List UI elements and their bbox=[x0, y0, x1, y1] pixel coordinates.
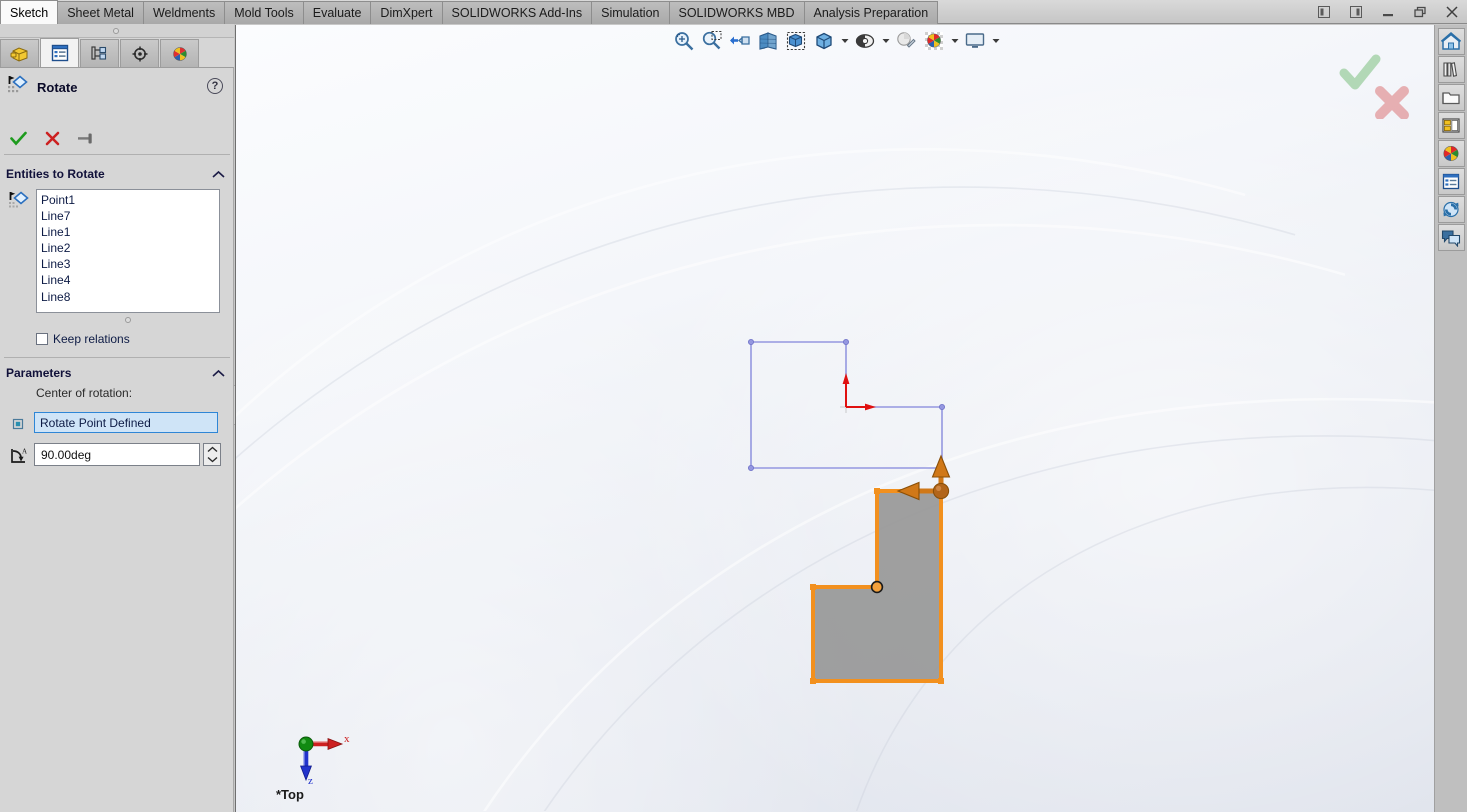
command-tab-solidworks-add-ins[interactable]: SOLIDWORKS Add-Ins bbox=[442, 1, 593, 24]
command-tab-evaluate[interactable]: Evaluate bbox=[303, 1, 372, 24]
collapse-right-icon[interactable] bbox=[1345, 2, 1367, 22]
solidworks-resources-home-icon[interactable] bbox=[1438, 28, 1465, 55]
cancel-button[interactable] bbox=[42, 128, 62, 148]
command-manager-tabstrip: Sketch Sheet Metal Weldments Mold Tools … bbox=[0, 0, 937, 24]
task-pane-rail bbox=[1434, 25, 1467, 812]
display-manager-tab[interactable] bbox=[160, 39, 199, 67]
collapse-left-icon[interactable] bbox=[1313, 2, 1335, 22]
parameters-divider bbox=[4, 357, 230, 358]
coordinate-triad: x z *Top bbox=[264, 726, 359, 802]
rotate-entities-icon bbox=[7, 74, 29, 101]
ok-button[interactable] bbox=[8, 128, 28, 148]
page-title: Rotate bbox=[37, 80, 77, 95]
view-orientation-label: *Top bbox=[276, 787, 304, 802]
command-tab-dimxpert[interactable]: DimXpert bbox=[370, 1, 442, 24]
list-item[interactable]: Line3 bbox=[41, 256, 219, 272]
property-manager-panel: Rotate ? Entities to Rotate bbox=[0, 24, 234, 812]
view-palette-icon[interactable] bbox=[1438, 112, 1465, 139]
command-tab-analysis-preparation[interactable]: Analysis Preparation bbox=[804, 1, 939, 24]
title-bar: Sketch Sheet Metal Weldments Mold Tools … bbox=[0, 0, 1467, 24]
property-manager-header: Rotate bbox=[0, 72, 234, 102]
spinner-down-icon[interactable] bbox=[204, 455, 220, 466]
configuration-manager-tab[interactable] bbox=[80, 39, 119, 67]
comments-icon[interactable] bbox=[1438, 224, 1465, 251]
group-header-entities-to-rotate[interactable]: Entities to Rotate bbox=[0, 164, 234, 184]
list-item[interactable]: Line2 bbox=[41, 240, 219, 256]
command-tab-sheet-metal[interactable]: Sheet Metal bbox=[57, 1, 144, 24]
sketch-geometry[interactable] bbox=[236, 25, 1434, 812]
entities-selection-icon bbox=[8, 190, 30, 212]
rotation-angle-icon: A bbox=[9, 446, 29, 466]
property-manager-tab[interactable] bbox=[40, 38, 79, 67]
dimxpert-manager-tab[interactable] bbox=[120, 39, 159, 67]
minimize-icon[interactable] bbox=[1377, 2, 1399, 22]
selected-sketch-point bbox=[872, 582, 883, 593]
feature-manager-tab[interactable] bbox=[0, 39, 39, 67]
keep-relations-label: Keep relations bbox=[53, 332, 130, 346]
solidworks-forum-icon[interactable] bbox=[1438, 196, 1465, 223]
keep-visible-pin-button[interactable] bbox=[76, 128, 96, 148]
custom-properties-icon[interactable] bbox=[1438, 168, 1465, 195]
panel-resize-grip[interactable] bbox=[0, 24, 234, 38]
rotate-drag-handle[interactable] bbox=[898, 456, 950, 500]
list-item[interactable]: Line4 bbox=[41, 272, 219, 288]
rotated-sketch-shape[interactable] bbox=[810, 488, 944, 684]
list-item[interactable]: Line1 bbox=[41, 224, 219, 240]
chevron-up-icon[interactable] bbox=[212, 168, 225, 182]
command-tab-mold-tools[interactable]: Mold Tools bbox=[224, 1, 304, 24]
command-tab-solidworks-mbd[interactable]: SOLIDWORKS MBD bbox=[669, 1, 805, 24]
keep-relations-checkbox[interactable]: Keep relations bbox=[36, 332, 130, 346]
checkbox-box[interactable] bbox=[36, 333, 48, 345]
center-of-rotation-label: Center of rotation: bbox=[36, 386, 132, 400]
close-icon[interactable] bbox=[1441, 2, 1463, 22]
file-explorer-icon[interactable] bbox=[1438, 84, 1465, 111]
rotation-angle-spinner[interactable] bbox=[203, 443, 221, 466]
center-of-rotation-point-icon bbox=[12, 417, 24, 429]
group-header-parameters[interactable]: Parameters bbox=[0, 363, 234, 383]
design-library-icon[interactable] bbox=[1438, 56, 1465, 83]
header-divider bbox=[4, 154, 230, 155]
listbox-resize-grip[interactable] bbox=[36, 315, 220, 324]
window-controls bbox=[1313, 0, 1463, 24]
list-item[interactable]: Line7 bbox=[41, 208, 219, 224]
manager-tab-strip bbox=[0, 38, 234, 68]
grip-dot bbox=[113, 28, 119, 34]
command-tab-weldments[interactable]: Weldments bbox=[143, 1, 225, 24]
chevron-up-icon[interactable] bbox=[212, 367, 225, 381]
spinner-up-icon[interactable] bbox=[204, 444, 220, 455]
center-of-rotation-field[interactable]: Rotate Point Defined bbox=[34, 412, 218, 433]
graphics-area[interactable]: x z *Top bbox=[235, 25, 1434, 812]
appearances-scenes-decals-icon[interactable] bbox=[1438, 140, 1465, 167]
rotation-angle-input[interactable]: 90.00deg bbox=[34, 443, 200, 466]
restore-icon[interactable] bbox=[1409, 2, 1431, 22]
svg-text:x: x bbox=[344, 733, 350, 745]
help-icon[interactable]: ? bbox=[207, 78, 223, 94]
list-item[interactable]: Line8 bbox=[41, 289, 219, 305]
command-tab-simulation[interactable]: Simulation bbox=[591, 1, 669, 24]
entities-selection-listbox[interactable]: Point1 Line7 Line1 Line2 Line3 Line4 Lin… bbox=[36, 189, 220, 313]
svg-text:A: A bbox=[22, 448, 27, 456]
property-manager-actions bbox=[4, 126, 230, 150]
solidworks-window: Sketch Sheet Metal Weldments Mold Tools … bbox=[0, 0, 1467, 812]
grip-dot bbox=[125, 317, 131, 323]
svg-text:z: z bbox=[308, 775, 313, 787]
list-item[interactable]: Point1 bbox=[41, 192, 219, 208]
sketch-origin-marker bbox=[840, 373, 876, 413]
command-tab-sketch[interactable]: Sketch bbox=[0, 0, 58, 24]
